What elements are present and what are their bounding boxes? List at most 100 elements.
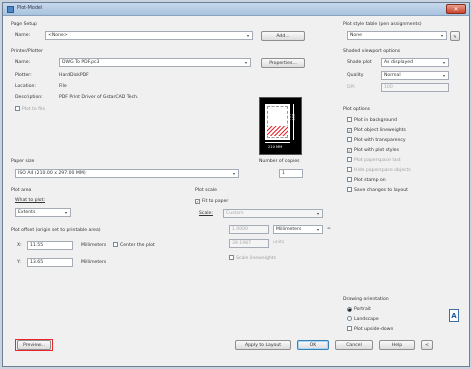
printer-value: DWG To PDF.pc3 bbox=[62, 60, 100, 65]
orientation-heading: Drawing orientation bbox=[343, 297, 389, 302]
dpi-input[interactable]: 100 bbox=[381, 83, 449, 92]
checkbox-box bbox=[347, 157, 352, 162]
upside-down-checkbox[interactable]: Plot upside-down bbox=[347, 326, 393, 333]
dim-line-h bbox=[265, 142, 290, 143]
checkbox-box bbox=[347, 187, 352, 192]
scale-value-1-input[interactable]: 1.0000 bbox=[229, 225, 269, 234]
portrait-label: Portrait bbox=[354, 307, 371, 312]
checkbox-box bbox=[347, 137, 352, 142]
portrait-radio[interactable]: ● Portrait bbox=[347, 306, 371, 313]
radio-dot bbox=[347, 316, 352, 321]
shade-plot-value: As displayed bbox=[384, 60, 414, 65]
landscape-label: Landscape bbox=[354, 317, 379, 322]
checkbox-box: ✓ bbox=[347, 128, 352, 133]
close-button[interactable]: ✕ bbox=[446, 4, 466, 14]
chevron-down-icon: ▾ bbox=[316, 211, 319, 216]
description-value: PDF Print Driver of GstarCAD Tech. bbox=[59, 95, 139, 100]
plot-option-checkbox[interactable]: Hide paperspace objects bbox=[347, 167, 411, 174]
apply-to-layout-button[interactable]: Apply to Layout bbox=[235, 340, 291, 350]
plot-offset-heading: Plot offset (origin set to printable are… bbox=[11, 228, 101, 233]
scale-value-2-input[interactable]: 39.1987 bbox=[229, 239, 269, 248]
add-button[interactable]: Add... bbox=[261, 31, 305, 41]
plot-to-file-checkbox[interactable]: Plot to file bbox=[15, 106, 45, 113]
style-table-value: None bbox=[350, 33, 362, 38]
chevron-down-icon: ▾ bbox=[442, 73, 445, 78]
center-plot-checkbox[interactable]: Center the plot bbox=[113, 242, 155, 249]
window-title: Plot-Model bbox=[17, 6, 43, 11]
scale-select[interactable]: Custom ▾ bbox=[223, 209, 323, 218]
fit-to-paper-checkbox[interactable]: ✓ Fit to paper bbox=[195, 198, 228, 205]
ok-button[interactable]: OK bbox=[297, 340, 329, 350]
plot-option-checkbox[interactable]: Plot with transparency bbox=[347, 137, 406, 144]
plot-option-label: Plot paperspace last bbox=[354, 158, 401, 163]
plot-option-label: Plot object lineweights bbox=[354, 128, 406, 133]
plot-option-checkbox[interactable]: ✓ Plot object lineweights bbox=[347, 127, 406, 134]
properties-button[interactable]: Properties... bbox=[261, 58, 305, 68]
style-table-select[interactable]: None ▾ bbox=[347, 31, 447, 40]
plot-scale-heading: Plot scale bbox=[195, 188, 217, 193]
orientation-preview-icon: A bbox=[449, 309, 459, 322]
edit-style-button[interactable]: ✎ bbox=[450, 31, 460, 41]
paper-sheet bbox=[265, 104, 290, 140]
quality-label: Quality bbox=[347, 73, 364, 78]
paper-size-heading: Paper size bbox=[11, 159, 35, 164]
chevron-down-icon: ▾ bbox=[442, 60, 445, 65]
page-setup-name-label: Name: bbox=[15, 33, 31, 38]
paper-preview: 297 MM 210 MM bbox=[259, 97, 302, 155]
app-icon bbox=[7, 6, 14, 13]
quality-value: Normal bbox=[384, 73, 401, 78]
edit-icon: ✎ bbox=[453, 34, 457, 39]
scale-lineweights-checkbox[interactable]: Scale lineweights bbox=[229, 255, 276, 262]
plot-option-checkbox[interactable]: Plot in background bbox=[347, 117, 397, 124]
what-to-plot-select[interactable]: Extents ▾ bbox=[15, 208, 71, 217]
location-value: File bbox=[59, 84, 67, 89]
preview-height-label: 297 MM bbox=[287, 114, 295, 121]
plot-option-label: Hide paperspace objects bbox=[354, 168, 411, 173]
dpi-label: DPI bbox=[347, 85, 355, 90]
page-setup-value: <None> bbox=[48, 33, 68, 38]
landscape-radio[interactable]: Landscape bbox=[347, 316, 379, 323]
copies-input[interactable]: 1 bbox=[279, 169, 303, 178]
x-label: X: bbox=[17, 243, 22, 248]
title-bar: Plot-Model ✕ bbox=[3, 3, 469, 16]
plot-area-heading: Plot area bbox=[11, 188, 32, 193]
scale-label: Scale: bbox=[199, 211, 213, 216]
printer-heading: Printer/Plotter bbox=[11, 49, 44, 54]
paper-size-select[interactable]: ISO A4 (210.00 x 297.00 MM) ▾ bbox=[15, 169, 239, 178]
page-setup-select[interactable]: <None> ▾ bbox=[45, 31, 253, 40]
chevron-down-icon: ▾ bbox=[244, 60, 247, 65]
shade-plot-select[interactable]: As displayed ▾ bbox=[381, 58, 449, 67]
checkbox-box bbox=[15, 106, 20, 111]
what-to-plot-value: Extents bbox=[18, 210, 36, 215]
printer-select[interactable]: DWG To PDF.pc3 ▾ bbox=[59, 58, 251, 67]
y-offset-input[interactable]: 13.65 bbox=[27, 258, 73, 267]
page-setup-heading: Page Setup bbox=[11, 22, 37, 27]
scale-units-value: Millimeters bbox=[276, 227, 302, 232]
chevron-down-icon: ▾ bbox=[246, 33, 249, 38]
plot-option-checkbox[interactable]: ✓ Plot with plot styles bbox=[347, 147, 399, 154]
checkbox-box: ✓ bbox=[195, 199, 200, 204]
scale-lineweights-label: Scale lineweights bbox=[236, 256, 276, 261]
plot-option-label: Plot in background bbox=[354, 118, 397, 123]
cancel-button[interactable]: Cancel bbox=[335, 340, 373, 350]
plot-dialog: Plot-Model ✕ Page Setup Name: <None> ▾ A… bbox=[2, 2, 470, 367]
help-button[interactable]: Help bbox=[379, 340, 415, 350]
y-unit: Millimeters bbox=[81, 260, 107, 265]
plot-option-checkbox[interactable]: Plot paperspace last bbox=[347, 157, 401, 164]
viewport-heading: Shaded viewport options bbox=[343, 49, 401, 54]
quality-select[interactable]: Normal ▾ bbox=[381, 71, 449, 80]
equals-sign: = bbox=[327, 226, 331, 231]
fit-to-paper-label: Fit to paper bbox=[202, 199, 229, 204]
chevron-down-icon: ▾ bbox=[64, 210, 67, 215]
collapse-button[interactable]: < bbox=[421, 340, 433, 350]
x-unit: Millimeters bbox=[81, 243, 107, 248]
checkbox-box bbox=[113, 242, 118, 247]
scale-value: Custom bbox=[226, 211, 244, 216]
scale-units-select[interactable]: Millimeters ▾ bbox=[273, 225, 323, 234]
plot-option-checkbox[interactable]: Plot stamp on bbox=[347, 177, 386, 184]
plot-option-checkbox[interactable]: Save changes to layout bbox=[347, 187, 408, 194]
plot-option-label: Save changes to layout bbox=[354, 188, 408, 193]
preview-highlight-box bbox=[15, 339, 53, 351]
center-plot-label: Center the plot bbox=[120, 243, 155, 248]
x-offset-input[interactable]: 11.55 bbox=[27, 241, 73, 250]
